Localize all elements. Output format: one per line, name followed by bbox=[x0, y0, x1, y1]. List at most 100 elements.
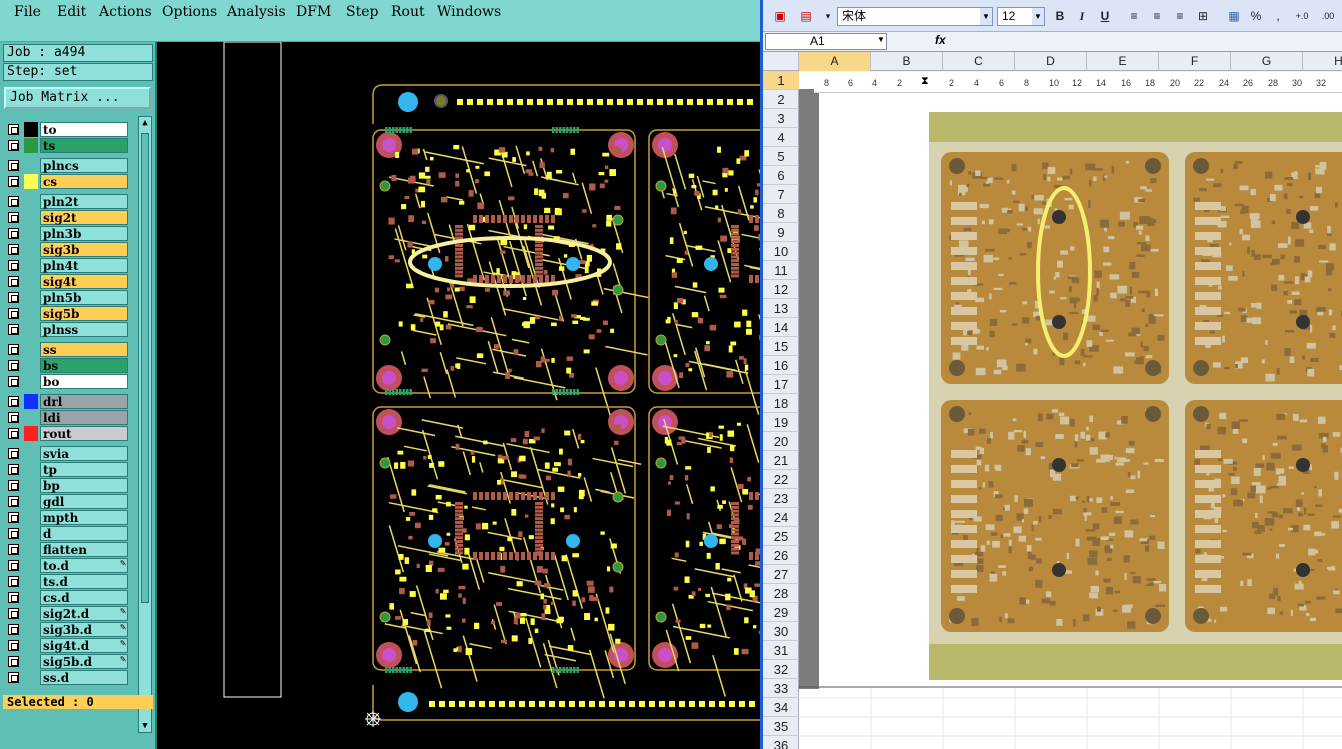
row-header[interactable]: 9 bbox=[763, 223, 799, 242]
row-header[interactable]: 31 bbox=[763, 641, 799, 660]
scroll-down-arrow-icon[interactable]: ▼ bbox=[139, 720, 151, 732]
layer-row-plnss[interactable]: plnss bbox=[4, 322, 128, 337]
layer-row-to[interactable]: to bbox=[4, 122, 128, 137]
font-size-select[interactable]: 12 ▼ bbox=[997, 7, 1045, 26]
row-header[interactable]: 16 bbox=[763, 356, 799, 375]
layer-row-sig5b[interactable]: sig5b bbox=[4, 306, 128, 321]
layer-row-cs[interactable]: cs bbox=[4, 174, 128, 189]
column-header-e[interactable]: E bbox=[1087, 52, 1159, 71]
row-header[interactable]: 22 bbox=[763, 470, 799, 489]
name-box[interactable]: A1 bbox=[765, 33, 887, 50]
row-header[interactable]: 20 bbox=[763, 432, 799, 451]
layer-row-sig2t[interactable]: sig2t bbox=[4, 210, 128, 225]
row-header[interactable]: 4 bbox=[763, 128, 799, 147]
layer-row-rout[interactable]: rout bbox=[4, 426, 128, 441]
layer-checkbox[interactable] bbox=[8, 592, 19, 603]
layer-checkbox[interactable] bbox=[8, 464, 19, 475]
indent-marker-icon[interactable]: ⧗ bbox=[921, 75, 929, 88]
layer-row-ts[interactable]: ts bbox=[4, 138, 128, 153]
column-header-g[interactable]: G bbox=[1231, 52, 1303, 71]
layer-list-scrollbar[interactable]: ▲ ▼ bbox=[138, 116, 152, 733]
scroll-thumb[interactable] bbox=[141, 133, 149, 603]
row-header[interactable]: 21 bbox=[763, 451, 799, 470]
layer-checkbox[interactable] bbox=[8, 260, 19, 271]
merge-center-icon[interactable]: ⊞ bbox=[1194, 7, 1212, 25]
layer-checkbox[interactable] bbox=[8, 624, 19, 635]
column-header-h[interactable]: H bbox=[1303, 52, 1342, 71]
layer-checkbox[interactable] bbox=[8, 376, 19, 387]
row-header[interactable]: 29 bbox=[763, 603, 799, 622]
chevron-down-icon[interactable]: ▼ bbox=[877, 35, 885, 44]
row-header[interactable]: 23 bbox=[763, 489, 799, 508]
row-header[interactable]: 24 bbox=[763, 508, 799, 527]
layer-checkbox[interactable] bbox=[8, 496, 19, 507]
layer-checkbox[interactable] bbox=[8, 212, 19, 223]
row-header[interactable]: 15 bbox=[763, 337, 799, 356]
row-header[interactable]: 5 bbox=[763, 147, 799, 166]
layer-checkbox[interactable] bbox=[8, 656, 19, 667]
align-center-icon[interactable]: ≡ bbox=[1148, 7, 1166, 25]
row-header[interactable]: 6 bbox=[763, 166, 799, 185]
layer-checkbox[interactable] bbox=[8, 672, 19, 683]
row-header[interactable]: 12 bbox=[763, 280, 799, 299]
layer-checkbox[interactable] bbox=[8, 412, 19, 423]
layer-checkbox[interactable] bbox=[8, 140, 19, 151]
layer-row-pln3b[interactable]: pln3b bbox=[4, 226, 128, 241]
row-header[interactable]: 19 bbox=[763, 413, 799, 432]
layer-row-svia[interactable]: svia bbox=[4, 446, 128, 461]
layer-row-sig4t-d[interactable]: sig4t.d ✎ bbox=[4, 638, 128, 653]
bold-button[interactable]: B bbox=[1051, 7, 1069, 25]
increase-decimal-icon[interactable]: +.0 bbox=[1293, 7, 1311, 25]
menu-step[interactable]: Step bbox=[346, 4, 378, 20]
scroll-up-arrow-icon[interactable]: ▲ bbox=[139, 117, 151, 129]
layer-checkbox[interactable] bbox=[8, 512, 19, 523]
layer-row-mpth[interactable]: mpth bbox=[4, 510, 128, 525]
layer-row-sig4t[interactable]: sig4t bbox=[4, 274, 128, 289]
layer-row-pln4t[interactable]: pln4t bbox=[4, 258, 128, 273]
layer-row-pln2t[interactable]: pln2t bbox=[4, 194, 128, 209]
menu-windows[interactable]: Windows bbox=[437, 4, 501, 20]
align-left-icon[interactable]: ≡ bbox=[1125, 7, 1143, 25]
pdf-icon[interactable]: ▣ bbox=[771, 7, 789, 25]
row-header[interactable]: 25 bbox=[763, 527, 799, 546]
layer-row-gdl[interactable]: gdl bbox=[4, 494, 128, 509]
underline-button[interactable]: U bbox=[1096, 7, 1114, 25]
layer-checkbox[interactable] bbox=[8, 244, 19, 255]
row-header[interactable]: 36 bbox=[763, 736, 799, 749]
italic-button[interactable]: I bbox=[1073, 7, 1091, 25]
row-header[interactable]: 35 bbox=[763, 717, 799, 736]
font-name-select[interactable]: 宋体 ▼ bbox=[837, 7, 993, 26]
layer-row-tp[interactable]: tp bbox=[4, 462, 128, 477]
decrease-decimal-icon[interactable]: .00 bbox=[1319, 7, 1337, 25]
layer-row-to-d[interactable]: to.d ✎ bbox=[4, 558, 128, 573]
layer-checkbox[interactable] bbox=[8, 428, 19, 439]
menu-rout[interactable]: Rout bbox=[391, 4, 425, 20]
column-header-a[interactable]: A bbox=[799, 52, 871, 71]
layer-row-bo[interactable]: bo bbox=[4, 374, 128, 389]
layer-row-pln5b[interactable]: pln5b bbox=[4, 290, 128, 305]
toolbar-options-icon[interactable]: ▾ bbox=[819, 7, 837, 25]
percent-button[interactable]: % bbox=[1247, 7, 1265, 25]
layer-row-sig2t-d[interactable]: sig2t.d ✎ bbox=[4, 606, 128, 621]
layer-checkbox[interactable] bbox=[8, 528, 19, 539]
layer-row-ss[interactable]: ss bbox=[4, 342, 128, 357]
layer-checkbox[interactable] bbox=[8, 480, 19, 491]
layer-checkbox[interactable] bbox=[8, 448, 19, 459]
row-header[interactable]: 34 bbox=[763, 698, 799, 717]
layer-row-ldi[interactable]: ldi bbox=[4, 410, 128, 425]
layer-checkbox[interactable] bbox=[8, 160, 19, 171]
row-header[interactable]: 27 bbox=[763, 565, 799, 584]
layer-checkbox[interactable] bbox=[8, 196, 19, 207]
row-header[interactable]: 26 bbox=[763, 546, 799, 565]
row-header[interactable]: 28 bbox=[763, 584, 799, 603]
column-header-b[interactable]: B bbox=[871, 52, 943, 71]
row-header[interactable]: 33 bbox=[763, 679, 799, 698]
row-header[interactable]: 32 bbox=[763, 660, 799, 679]
menu-file[interactable]: File bbox=[14, 4, 41, 20]
row-header[interactable]: 11 bbox=[763, 261, 799, 280]
menu-actions[interactable]: Actions bbox=[99, 4, 152, 20]
pdf-convert-icon[interactable]: ▤ bbox=[797, 7, 815, 25]
row-header[interactable]: 1 bbox=[763, 71, 799, 90]
layer-checkbox[interactable] bbox=[8, 176, 19, 187]
layer-checkbox[interactable] bbox=[8, 560, 19, 571]
